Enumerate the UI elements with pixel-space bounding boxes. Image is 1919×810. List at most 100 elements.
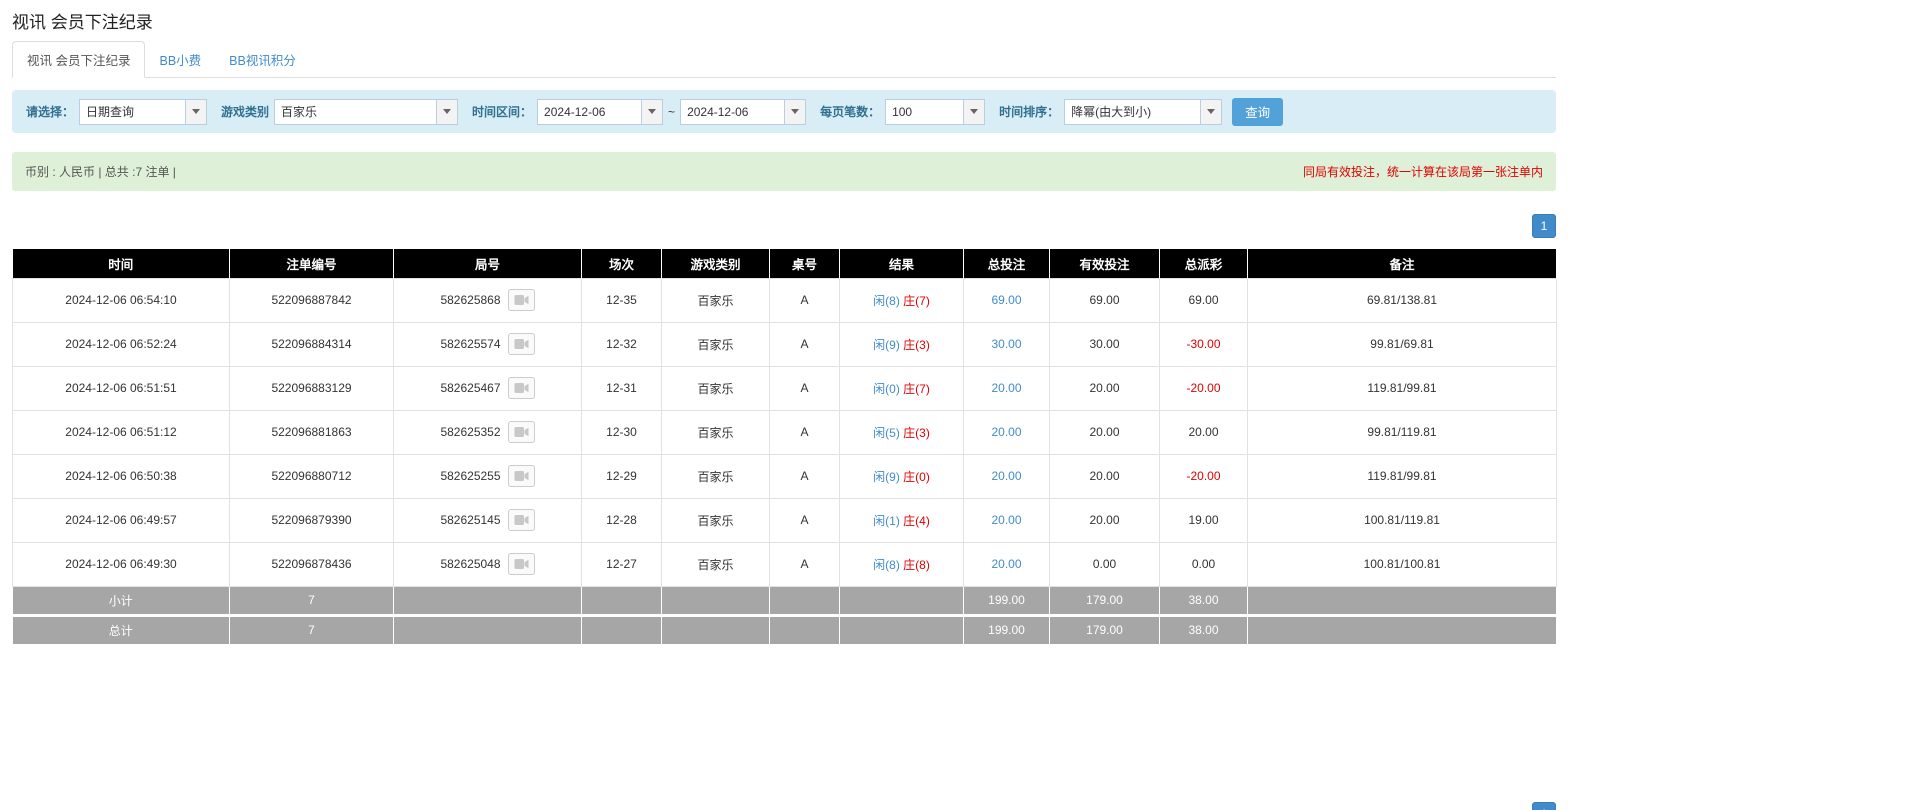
round-replay-button[interactable] <box>508 465 535 487</box>
session-cell: 12-28 <box>582 498 662 542</box>
payout-cell: 20.00 <box>1160 410 1248 454</box>
game-type-cell: 百家乐 <box>662 322 770 366</box>
bet-id-cell: 522096883129 <box>230 366 394 410</box>
date-from-input[interactable] <box>537 99 641 125</box>
chevron-down-icon[interactable] <box>963 99 985 125</box>
total-bet-link[interactable]: 20.00 <box>991 425 1021 439</box>
chevron-down-icon[interactable] <box>185 99 207 125</box>
time-cell: 2024-12-06 06:49:57 <box>13 498 230 542</box>
column-header: 时间 <box>13 249 230 278</box>
result-player: 闲(0) <box>873 382 900 396</box>
round-replay-button[interactable] <box>508 289 535 311</box>
table-no-cell: A <box>770 410 840 454</box>
search-button[interactable]: 查询 <box>1232 98 1283 126</box>
column-header: 桌号 <box>770 249 840 278</box>
chevron-down-icon[interactable] <box>784 99 806 125</box>
total-payout: 38.00 <box>1160 615 1248 644</box>
round-replay-button[interactable] <box>508 553 535 575</box>
round-id: 582625574 <box>440 337 500 351</box>
time-cell: 2024-12-06 06:50:38 <box>13 454 230 498</box>
note-cell: 69.81/138.81 <box>1248 278 1557 322</box>
date-to-combobox <box>680 99 806 125</box>
subtotal-row: 小计7199.00179.0038.00 <box>13 586 1557 615</box>
tab-betting-records[interactable]: 视讯 会员下注纪录 <box>12 41 145 78</box>
empty-cell <box>1248 586 1557 615</box>
total-valid-bet: 179.00 <box>1050 615 1160 644</box>
total-label: 总计 <box>13 615 230 644</box>
game-type-combobox <box>274 99 458 125</box>
game-type-cell: 百家乐 <box>662 542 770 586</box>
payout-cell: 0.00 <box>1160 542 1248 586</box>
subtotal-total-bet: 199.00 <box>964 586 1050 615</box>
video-icon <box>514 558 529 570</box>
total-bet-link[interactable]: 20.00 <box>991 381 1021 395</box>
game-type-input[interactable] <box>274 99 436 125</box>
table-row: 2024-12-06 06:49:57522096879390582625145… <box>13 498 1557 542</box>
table-no-cell: A <box>770 498 840 542</box>
page-button-1[interactable]: 1 <box>1532 802 1556 810</box>
column-header: 结果 <box>840 249 964 278</box>
total-bet-link[interactable]: 20.00 <box>991 557 1021 571</box>
subtotal-payout: 38.00 <box>1160 586 1248 615</box>
result-player: 闲(8) <box>873 558 900 572</box>
result-cell: 闲(5) 庄(3) <box>840 410 964 454</box>
round-replay-button[interactable] <box>508 509 535 531</box>
query-type-input[interactable] <box>79 99 185 125</box>
round-id: 582625868 <box>440 293 500 307</box>
chevron-down-icon[interactable] <box>641 99 663 125</box>
valid-bet-cell: 20.00 <box>1050 410 1160 454</box>
result-cell: 闲(8) 庄(7) <box>840 278 964 322</box>
date-to-input[interactable] <box>680 99 784 125</box>
session-cell: 12-35 <box>582 278 662 322</box>
date-range-label: 时间区间： <box>472 103 532 120</box>
game-type-cell: 百家乐 <box>662 278 770 322</box>
note-cell: 119.81/99.81 <box>1248 454 1557 498</box>
time-cell: 2024-12-06 06:51:51 <box>13 366 230 410</box>
table-row: 2024-12-06 06:50:38522096880712582625255… <box>13 454 1557 498</box>
result-banker: 庄(3) <box>903 426 930 440</box>
subtotal-valid-bet: 179.00 <box>1050 586 1160 615</box>
bet-id-cell: 522096878436 <box>230 542 394 586</box>
game-type-cell: 百家乐 <box>662 498 770 542</box>
round-cell: 582625574 <box>394 322 582 366</box>
chevron-down-icon[interactable] <box>1200 99 1222 125</box>
round-cell: 582625145 <box>394 498 582 542</box>
total-bet-link[interactable]: 20.00 <box>991 513 1021 527</box>
tab-bb-video-points[interactable]: BB视讯积分 <box>215 42 310 77</box>
table-no-cell: A <box>770 322 840 366</box>
note-cell: 99.81/119.81 <box>1248 410 1557 454</box>
page-size-input[interactable] <box>885 99 963 125</box>
round-replay-button[interactable] <box>508 333 535 355</box>
date-from-combobox <box>537 99 663 125</box>
total-bet-cell: 20.00 <box>964 410 1050 454</box>
table-header-row: 时间注单编号局号场次游戏类别桌号结果总投注有效投注总派彩备注 <box>13 249 1557 278</box>
valid-bet-cell: 69.00 <box>1050 278 1160 322</box>
total-bet-link[interactable]: 20.00 <box>991 469 1021 483</box>
page-button-1[interactable]: 1 <box>1532 214 1556 238</box>
chevron-down-icon[interactable] <box>436 99 458 125</box>
valid-bet-cell: 20.00 <box>1050 366 1160 410</box>
payout-cell: -20.00 <box>1160 366 1248 410</box>
sort-order-input[interactable] <box>1064 99 1200 125</box>
total-bet-link[interactable]: 69.00 <box>991 293 1021 307</box>
table-row: 2024-12-06 06:54:10522096887842582625868… <box>13 278 1557 322</box>
round-cell: 582625255 <box>394 454 582 498</box>
result-banker: 庄(4) <box>903 514 930 528</box>
round-id: 582625145 <box>440 513 500 527</box>
pagination-bottom: 1 <box>12 802 1556 810</box>
empty-cell <box>840 586 964 615</box>
game-type-cell: 百家乐 <box>662 410 770 454</box>
note-cell: 119.81/99.81 <box>1248 366 1557 410</box>
video-icon <box>514 294 529 306</box>
column-header: 总投注 <box>964 249 1050 278</box>
empty-cell <box>394 586 582 615</box>
note-cell: 100.81/100.81 <box>1248 542 1557 586</box>
round-id: 582625352 <box>440 425 500 439</box>
empty-cell <box>394 615 582 644</box>
round-replay-button[interactable] <box>508 421 535 443</box>
video-icon <box>514 338 529 350</box>
round-replay-button[interactable] <box>508 377 535 399</box>
tab-bb-tips[interactable]: BB小费 <box>145 42 215 77</box>
total-bet-link[interactable]: 30.00 <box>991 337 1021 351</box>
table-row: 2024-12-06 06:52:24522096884314582625574… <box>13 322 1557 366</box>
